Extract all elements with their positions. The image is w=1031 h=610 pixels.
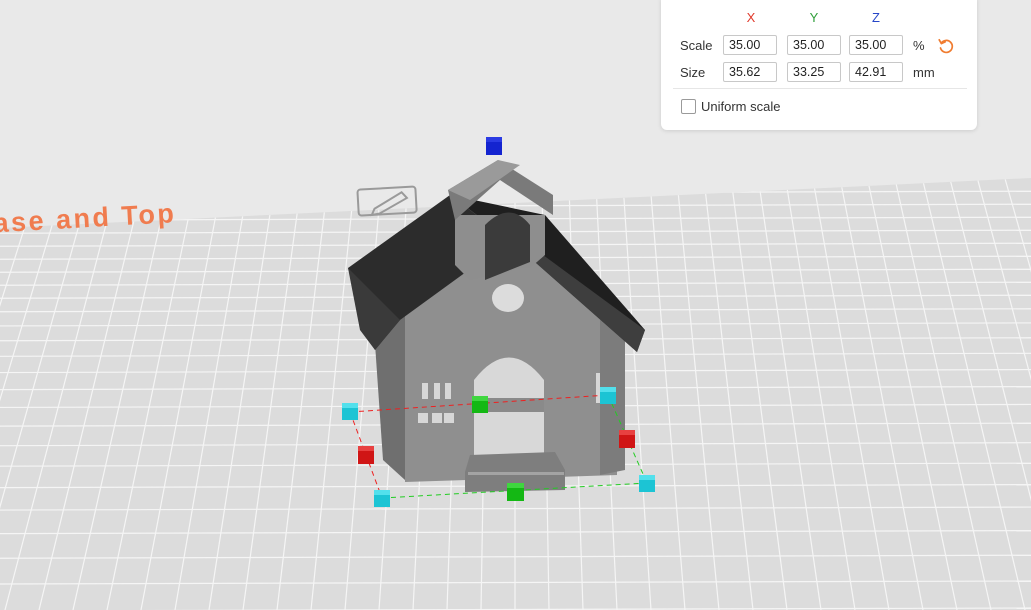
corner-handle-back-left[interactable] xyxy=(342,403,358,420)
scale-y-input[interactable] xyxy=(787,35,841,55)
corner-handle-back-right[interactable] xyxy=(600,387,616,404)
scale-unit: % xyxy=(913,38,925,53)
uniform-scale-label[interactable]: Uniform scale xyxy=(701,99,780,114)
scale-z-input[interactable] xyxy=(849,35,903,55)
reset-icon[interactable] xyxy=(937,37,955,55)
x-scale-handle-right[interactable] xyxy=(619,430,635,448)
uniform-scale-checkbox[interactable] xyxy=(681,99,696,114)
corner-handle-front-left[interactable] xyxy=(374,490,390,507)
size-unit: mm xyxy=(913,65,935,80)
size-x-input[interactable] xyxy=(723,62,777,82)
z-scale-handle[interactable] xyxy=(486,137,502,155)
axis-header-y: Y xyxy=(809,10,819,25)
scale-row-label: Scale xyxy=(680,38,713,53)
panel-divider xyxy=(673,88,967,89)
scale-x-input[interactable] xyxy=(723,35,777,55)
size-row-label: Size xyxy=(680,65,706,80)
scale-panel: X Y Z Scale % Size mm Uniform scale xyxy=(661,0,977,130)
size-z-input[interactable] xyxy=(849,62,903,82)
y-scale-handle-back[interactable] xyxy=(472,396,488,413)
y-scale-handle-front[interactable] xyxy=(507,483,524,501)
corner-handle-front-right[interactable] xyxy=(639,475,655,492)
size-y-input[interactable] xyxy=(787,62,841,82)
axis-header-x: X xyxy=(746,10,756,25)
x-scale-handle-left[interactable] xyxy=(358,446,374,464)
axis-header-z: Z xyxy=(872,10,880,25)
